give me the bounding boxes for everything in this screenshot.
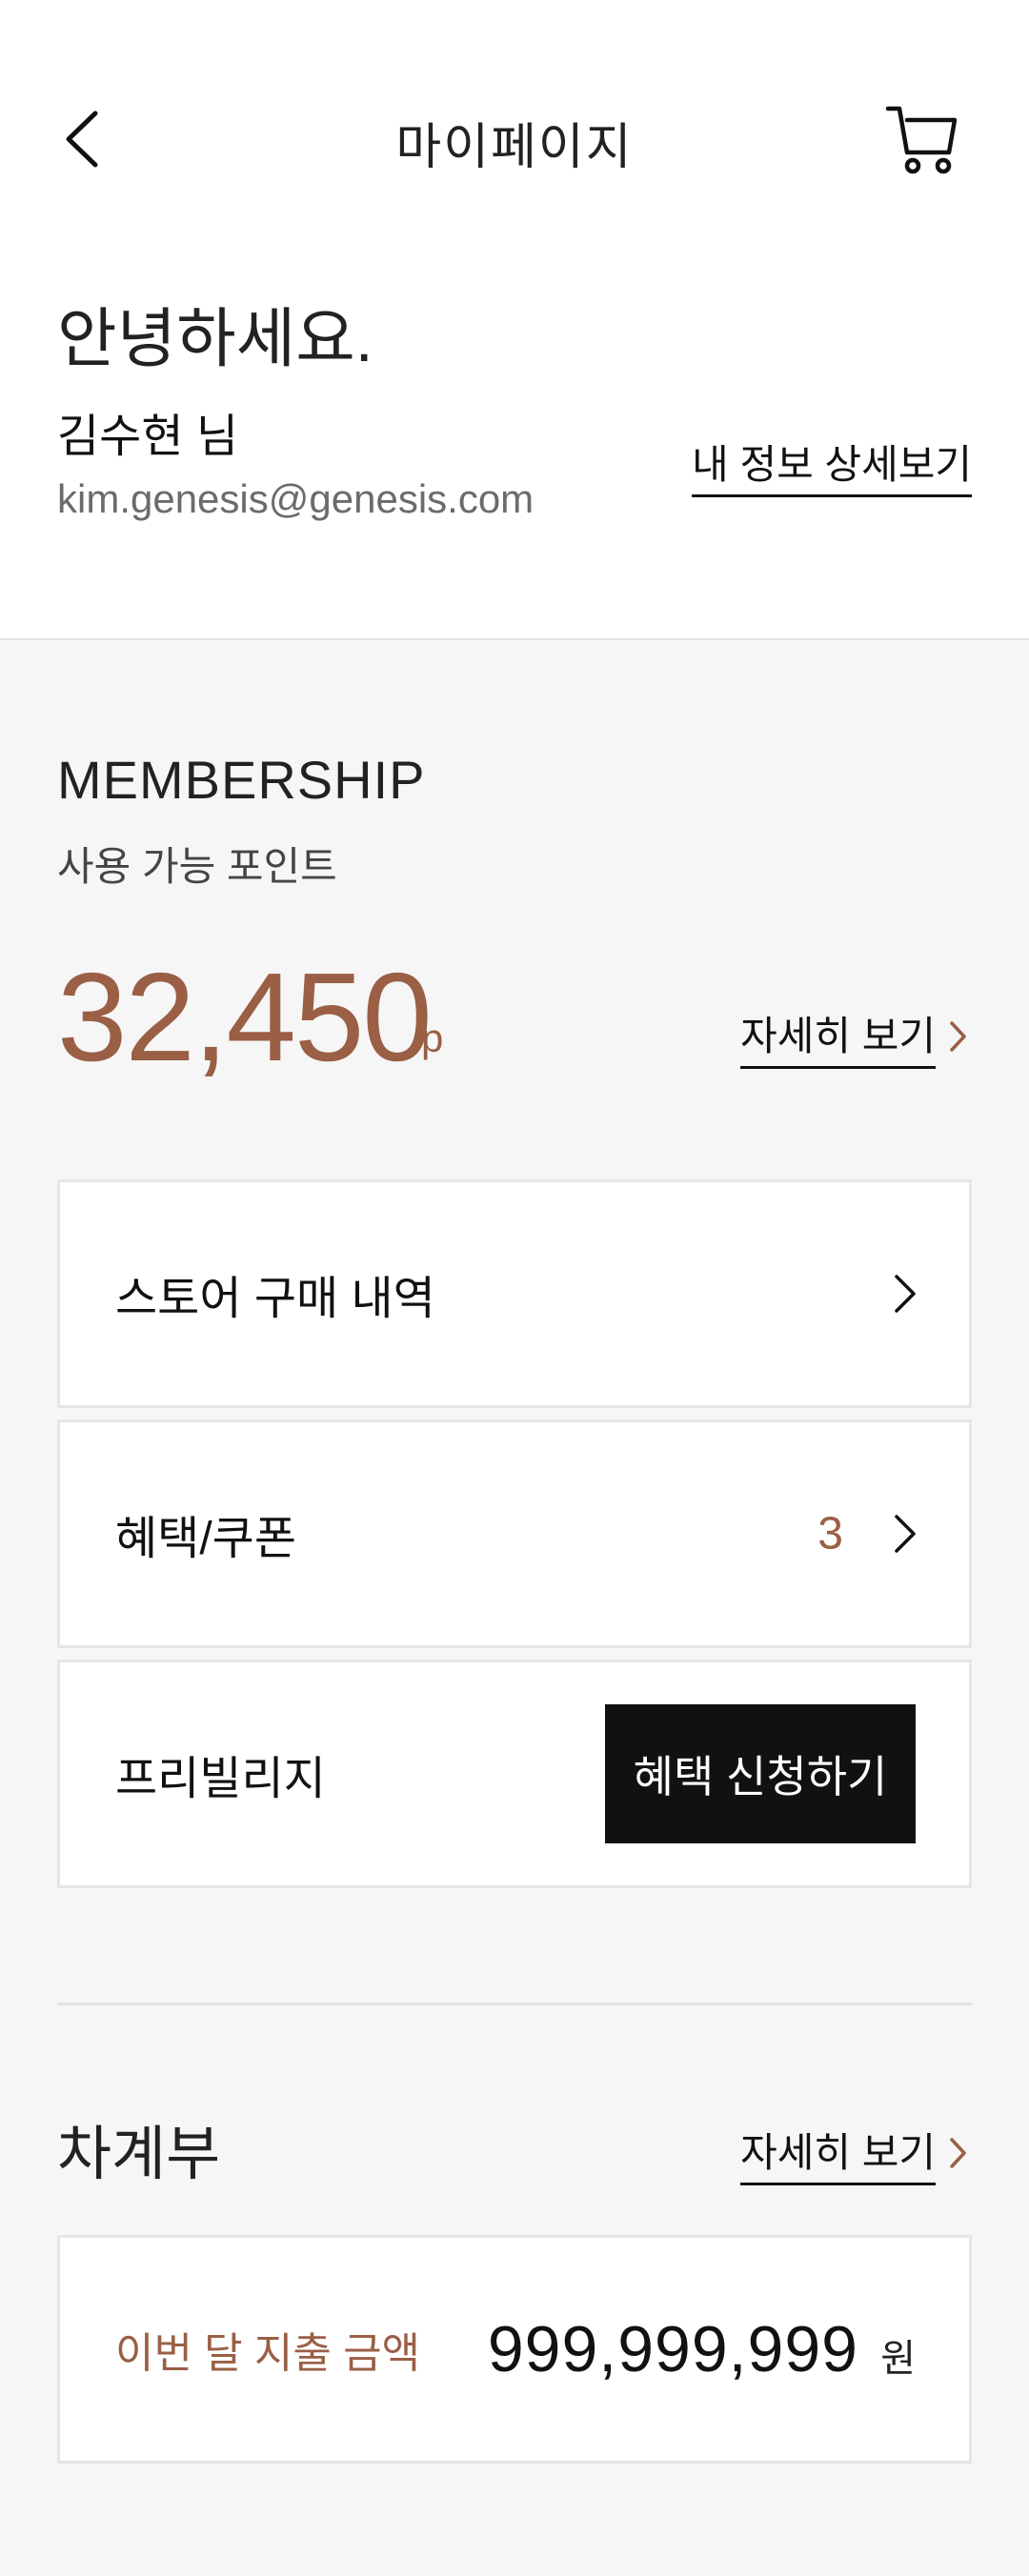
cart-icon xyxy=(885,106,958,174)
ledger-detail-link[interactable]: 자세히 보기 xyxy=(740,2121,968,2185)
cart-button[interactable] xyxy=(884,101,960,177)
apply-benefit-button[interactable]: 혜택 신청하기 xyxy=(605,1704,916,1843)
page-title: 마이페이지 xyxy=(395,120,634,175)
points-unit: p xyxy=(421,1016,444,1060)
points-detail-link[interactable]: 자세히 보기 xyxy=(740,1004,968,1069)
currency-unit: 원 xyxy=(880,2337,916,2380)
profile-detail-link[interactable]: 내 정보 상세보기 xyxy=(692,433,972,497)
points-value: 32,450 xyxy=(57,947,433,1087)
privilege-item: 프리빌리지 혜택 신청하기 xyxy=(57,1660,972,1888)
chevron-right-icon xyxy=(950,2138,966,2168)
monthly-spend-amount: 999,999,999 xyxy=(487,2313,858,2385)
monthly-spend-label: 이번 달 지출 금액 xyxy=(115,2330,421,2377)
points-detail-link-label: 자세히 보기 xyxy=(740,1004,936,1069)
greeting-text: 안녕하세요. xyxy=(57,303,373,375)
monthly-spend-card: 이번 달 지출 금액 999,999,999 원 xyxy=(57,2235,972,2464)
membership-title: MEMBERSHIP xyxy=(57,750,426,810)
chevron-right-icon xyxy=(895,1515,916,1553)
user-name: 김수현 님 xyxy=(57,412,238,462)
purchase-history-item[interactable]: 스토어 구매 내역 xyxy=(57,1179,972,1408)
ledger-detail-link-label: 자세히 보기 xyxy=(740,2121,936,2185)
section-divider xyxy=(57,2002,972,2005)
purchase-history-label: 스토어 구매 내역 xyxy=(115,1274,435,1324)
app-header: 마이페이지 xyxy=(0,0,1029,286)
coupons-label: 혜택/쿠폰 xyxy=(115,1514,296,1564)
points-label: 사용 가능 포인트 xyxy=(57,844,337,889)
user-email: kim.genesis@genesis.com xyxy=(57,476,535,521)
coupon-count: 3 xyxy=(817,1508,843,1560)
privilege-label: 프리빌리지 xyxy=(115,1754,326,1804)
chevron-right-icon xyxy=(950,1021,966,1052)
profile-section: 마이페이지 안녕하세요. 김수현 님 kim.genesis@genesis.c… xyxy=(0,0,1029,640)
chevron-right-icon xyxy=(895,1275,916,1313)
coupons-item[interactable]: 혜택/쿠폰 3 xyxy=(57,1419,972,1648)
ledger-title: 차계부 xyxy=(57,2122,221,2187)
